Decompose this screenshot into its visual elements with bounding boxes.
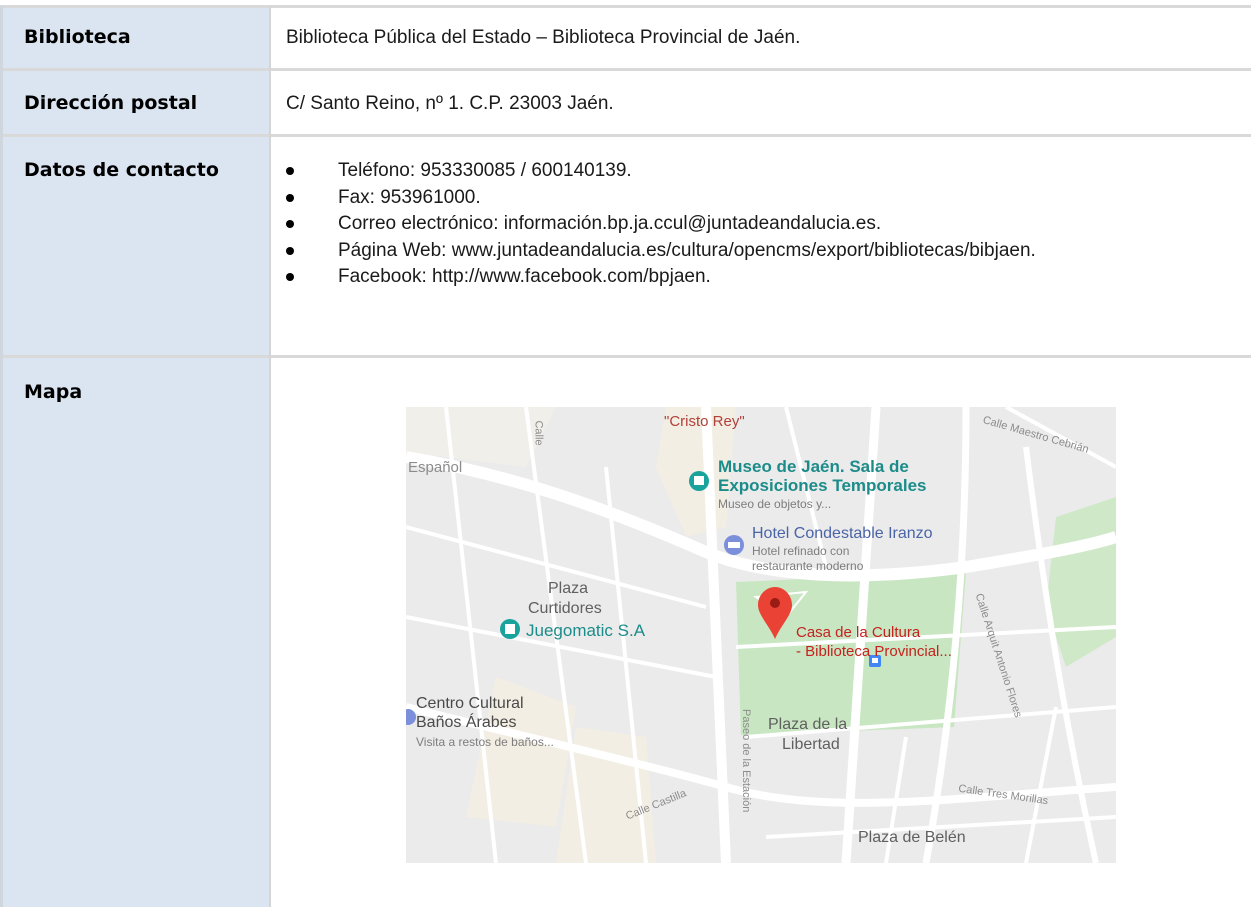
map-place: Plaza de la	[768, 716, 848, 733]
bullet-icon	[286, 273, 294, 281]
map-label: Calle	[532, 420, 545, 446]
map-place: Baños Árabes	[416, 714, 517, 731]
bullet-icon	[286, 220, 294, 228]
map-poi-sub: Hotel refinado con	[752, 544, 850, 558]
bullet-icon	[286, 167, 294, 175]
contact-facebook[interactable]: Facebook: http://www.facebook.com/bpjaen…	[338, 264, 711, 290]
map-target-label: Casa de la Cultura	[796, 624, 921, 641]
library-info-table: Biblioteca Biblioteca Pública del Estado…	[0, 0, 1251, 907]
map-poi-sub: Visita a restos de baños...	[416, 735, 554, 749]
map-place: Plaza de Belén	[858, 829, 966, 846]
table-border-left	[0, 6, 3, 907]
map-place: Curtidores	[528, 600, 602, 617]
map-poi-hotel: Hotel Condestable Iranzo	[752, 525, 933, 542]
contact-fax: Fax: 953961000.	[338, 186, 481, 208]
location-map[interactable]: "Cristo Rey" Español Calle Maestro Cebri…	[406, 407, 1116, 863]
row-label-mapa: Mapa	[24, 381, 83, 403]
bullet-icon	[286, 246, 294, 255]
map-poi-sub: Museo de objetos y...	[718, 497, 832, 511]
map-target-label: - Biblioteca Provincial...	[796, 643, 952, 660]
row-label-contacto: Datos de contacto	[24, 159, 219, 181]
contact-phone: Teléfono: 953330085 / 600140139.	[338, 160, 632, 181]
row-label-direccion: Dirección postal	[24, 92, 198, 114]
row-value-biblioteca: Biblioteca Pública del Estado – Bibliote…	[286, 27, 801, 48]
map-label: "Cristo Rey"	[664, 413, 745, 430]
contact-website[interactable]: Página Web: www.juntadeandalucia.es/cult…	[338, 238, 1036, 264]
map-poi-sub: restaurante moderno	[752, 559, 864, 573]
map-place: Centro Cultural	[416, 695, 524, 712]
column-divider	[269, 6, 271, 907]
map-poi-museo: Exposiciones Temporales	[718, 476, 927, 495]
contact-email[interactable]: Correo electrónico: información.bp.ja.cc…	[338, 211, 881, 237]
row-label-biblioteca: Biblioteca	[24, 26, 131, 48]
bullet-icon	[286, 193, 294, 202]
row-value-direccion: C/ Santo Reino, nº 1. C.P. 23003 Jaén.	[286, 93, 614, 114]
map-place: Plaza	[548, 580, 589, 597]
map-place: Libertad	[782, 736, 840, 753]
map-poi-juegomatic: Juegomatic S.A	[526, 621, 646, 640]
map-poi-museo: Museo de Jaén. Sala de	[718, 457, 909, 476]
label-cell-bg	[3, 358, 269, 907]
map-label: Paseo de la Estación	[740, 709, 752, 813]
map-label: Español	[408, 459, 463, 476]
